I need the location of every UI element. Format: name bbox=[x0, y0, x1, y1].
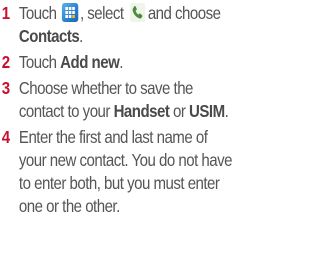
usim-label: USIM bbox=[189, 101, 225, 121]
step-text: . bbox=[224, 101, 229, 121]
step-number: 1 bbox=[1, 3, 10, 23]
step-text: . bbox=[79, 26, 83, 46]
step-text: or bbox=[173, 101, 186, 121]
instruction-steps: 1 Touch , select and choose Contacts. 2 … bbox=[0, 2, 300, 218]
step-1: 1 Touch , select and choose Contacts. bbox=[0, 2, 294, 48]
step-text: contact to your bbox=[18, 101, 111, 121]
step-text: , select bbox=[79, 3, 124, 23]
apps-grid-icon bbox=[61, 3, 79, 22]
add-new-label: Add new bbox=[60, 52, 120, 72]
step-3: 3 Choose whether to save the contact to … bbox=[0, 77, 294, 123]
step-text: Choose whether to save the bbox=[18, 78, 194, 98]
step-text: . bbox=[119, 52, 123, 72]
step-text: Touch bbox=[18, 52, 57, 72]
step-line: to enter both, but you must enter bbox=[18, 173, 220, 193]
handset-label: Handset bbox=[113, 101, 170, 121]
step-text: Touch bbox=[18, 3, 57, 23]
step-number: 2 bbox=[1, 52, 10, 72]
phone-icon bbox=[129, 3, 146, 22]
step-line: one or the other. bbox=[18, 196, 120, 216]
step-line: your new contact. You do not have bbox=[18, 150, 233, 170]
step-number: 3 bbox=[1, 78, 10, 98]
contacts-label: Contacts bbox=[18, 26, 80, 46]
step-2: 2 Touch Add new. bbox=[0, 51, 294, 74]
step-number: 4 bbox=[1, 127, 10, 147]
step-line: Enter the first and last name of bbox=[18, 127, 208, 147]
step-text: and choose bbox=[147, 3, 221, 23]
step-4: 4 Enter the first and last name of your … bbox=[0, 126, 294, 218]
